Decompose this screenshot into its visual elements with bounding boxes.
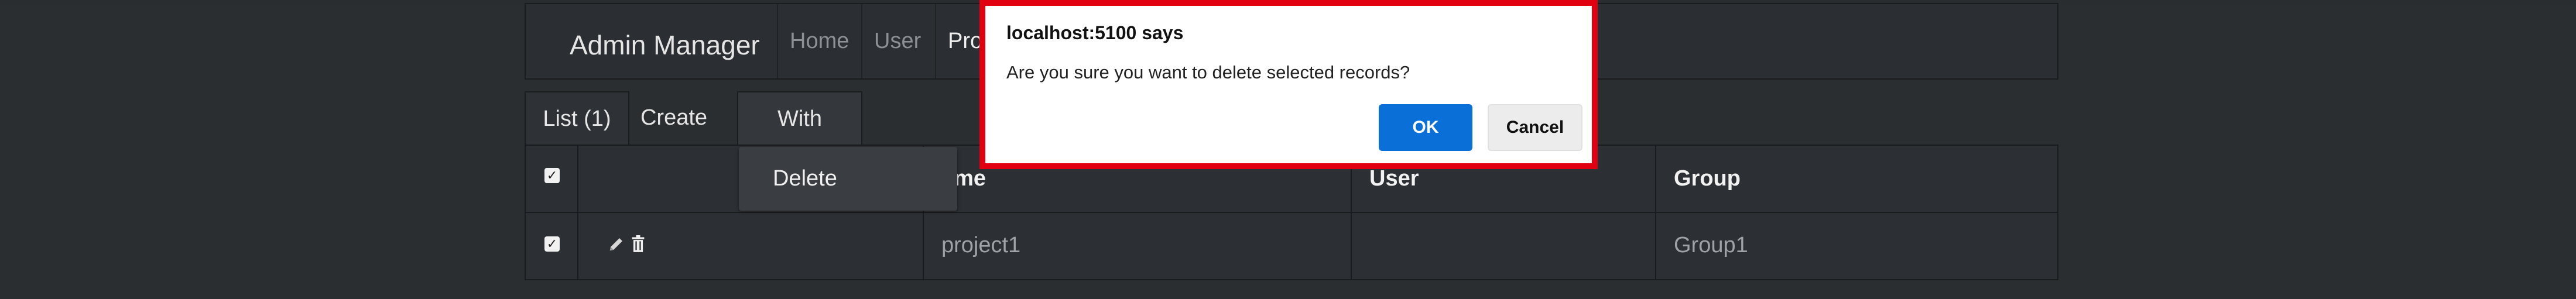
- header-group[interactable]: Group: [1656, 146, 2060, 212]
- brand-link[interactable]: Admin Manager: [570, 29, 760, 61]
- header-select-cell: ✓: [526, 146, 578, 212]
- nav-user[interactable]: User: [861, 4, 935, 78]
- row-group: Group1: [1674, 233, 1748, 257]
- row-user: [1352, 213, 1656, 279]
- table-row: ✓ project1 Group1: [525, 213, 2058, 280]
- select-all-checkbox[interactable]: ✓: [544, 168, 560, 183]
- nav-home[interactable]: Home: [777, 4, 849, 78]
- with-selected-menu: Delete: [739, 147, 957, 211]
- tab-list[interactable]: List (1): [525, 91, 629, 145]
- delete-menu-item[interactable]: Delete: [773, 166, 837, 191]
- row-actions: [608, 235, 646, 255]
- row-checkbox[interactable]: ✓: [544, 236, 560, 252]
- page: Admin Manager Home User Proje List (1) C…: [0, 0, 2576, 299]
- confirm-dialog: localhost:5100 says Are you sure you wan…: [979, 0, 1598, 169]
- row-name: project1: [924, 213, 1352, 279]
- row-select-cell: ✓: [526, 213, 578, 279]
- ok-button[interactable]: OK: [1379, 104, 1472, 151]
- row-actions-cell: [578, 213, 924, 279]
- dialog-message: Are you sure you want to delete selected…: [1006, 62, 1410, 83]
- dialog-title: localhost:5100 says: [1006, 22, 1184, 43]
- pencil-icon[interactable]: [608, 233, 625, 259]
- tab-create[interactable]: Create: [636, 91, 712, 145]
- with-selected-dropdown[interactable]: With selected: [737, 91, 862, 184]
- cancel-button[interactable]: Cancel: [1488, 104, 1582, 151]
- trash-icon[interactable]: [630, 233, 646, 259]
